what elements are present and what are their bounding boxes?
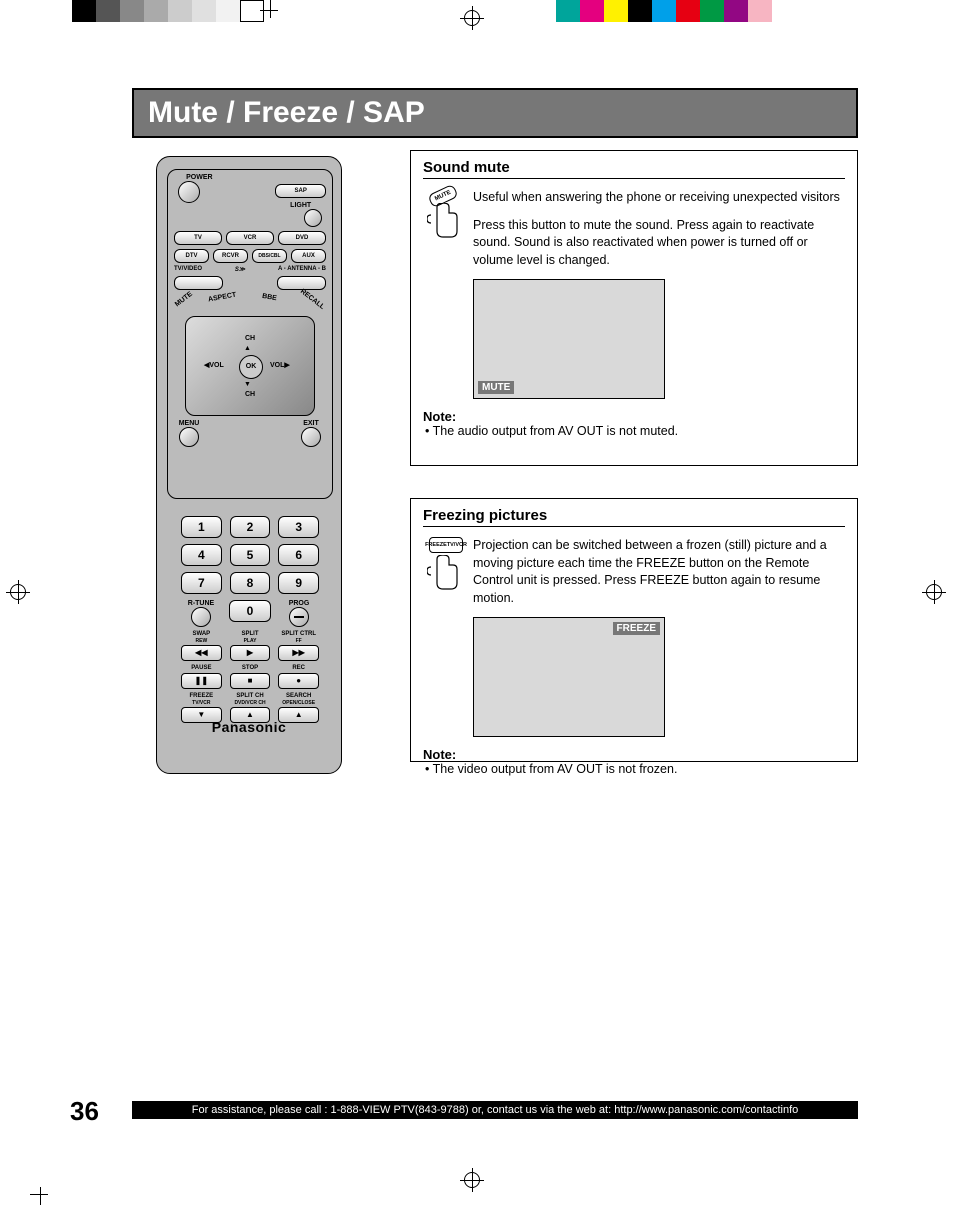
freeze-section: Freezing pictures FREEZETV/VCR Projectio… bbox=[410, 498, 858, 762]
ok-button: OK bbox=[239, 355, 263, 379]
footer-assistance: For assistance, please call : 1-888-VIEW… bbox=[132, 1101, 858, 1119]
num-1: 1 bbox=[181, 516, 222, 538]
dtv-button: DTV bbox=[174, 249, 209, 263]
num-4: 4 bbox=[181, 544, 222, 566]
freeze-para1: Projection can be switched between a fro… bbox=[473, 537, 845, 607]
menu-button bbox=[179, 427, 199, 447]
exit-button bbox=[301, 427, 321, 447]
mute-button-label: MUTE bbox=[174, 291, 194, 309]
rec-button: ● bbox=[278, 673, 319, 689]
sound-mute-section: Sound mute MUTE Useful when answering th… bbox=[410, 150, 858, 466]
crop-mark bbox=[30, 1175, 60, 1205]
rew-button: ◀◀ bbox=[181, 645, 222, 661]
light-label: LIGHT bbox=[275, 202, 326, 209]
sap-button: SAP bbox=[275, 184, 326, 198]
pause-button: ❚❚ bbox=[181, 673, 222, 689]
prog-label: PROG bbox=[279, 600, 319, 607]
registration-mark bbox=[6, 580, 36, 610]
registration-mark bbox=[460, 1168, 490, 1198]
printer-color-bars-right bbox=[556, 0, 796, 22]
dvd-button: DVD bbox=[278, 231, 326, 245]
recall-button-label: RECALL bbox=[299, 288, 326, 311]
tvvideo-label: TV/VIDEO bbox=[174, 266, 202, 273]
page-number: 36 bbox=[70, 1096, 99, 1127]
sound-mute-para2: Press this button to mute the sound. Pre… bbox=[473, 217, 845, 270]
registration-mark bbox=[922, 580, 952, 610]
freeze-note: • The video output from AV OUT is not fr… bbox=[425, 762, 845, 776]
sd-logo-icon: S≫ bbox=[202, 266, 278, 273]
exit-label: EXIT bbox=[296, 420, 326, 427]
mute-osd-illustration: MUTE bbox=[473, 279, 665, 399]
vcr-button: VCR bbox=[226, 231, 274, 245]
rtune-label: R-TUNE bbox=[181, 600, 221, 607]
up-arrow-icon: ▲ bbox=[244, 345, 251, 352]
num-3: 3 bbox=[278, 516, 319, 538]
num-7: 7 bbox=[181, 572, 222, 594]
freeze-press-icon: FREEZETV/VCR bbox=[423, 537, 463, 587]
power-label: POWER bbox=[174, 174, 225, 181]
num-2: 2 bbox=[230, 516, 271, 538]
freeze-osd-illustration: FREEZE bbox=[473, 617, 665, 737]
down-arrow-icon: ▼ bbox=[244, 381, 251, 388]
tvvideo-button bbox=[174, 276, 223, 290]
tv-button: TV bbox=[174, 231, 222, 245]
aspect-button-label: ASPECT bbox=[208, 292, 237, 304]
power-button bbox=[178, 181, 200, 203]
num-6: 6 bbox=[278, 544, 319, 566]
num-9: 9 bbox=[278, 572, 319, 594]
freeze-osd-tag: FREEZE bbox=[613, 622, 660, 635]
num-5: 5 bbox=[230, 544, 271, 566]
registration-mark bbox=[460, 6, 490, 36]
aux-button: AUX bbox=[291, 249, 326, 263]
sound-mute-note: • The audio output from AV OUT is not mu… bbox=[425, 424, 845, 438]
mute-press-icon: MUTE bbox=[423, 189, 463, 239]
prog-button bbox=[289, 607, 309, 627]
sound-mute-para1: Useful when answering the phone or recei… bbox=[473, 189, 845, 207]
crop-mark bbox=[260, 0, 290, 30]
stop-button: ■ bbox=[230, 673, 271, 689]
rcvr-button: RCVR bbox=[213, 249, 248, 263]
dbscbl-button: DBS/CBL bbox=[252, 249, 287, 263]
ff-button: ▶▶ bbox=[278, 645, 319, 661]
play-button: ▶ bbox=[230, 645, 271, 661]
dpad: CH ▲ ◀VOL OK VOL▶ ▼ CH bbox=[185, 316, 315, 416]
rtune-button bbox=[191, 607, 211, 627]
printer-color-bars-left bbox=[72, 0, 264, 22]
num-8: 8 bbox=[230, 572, 271, 594]
freeze-heading: Freezing pictures bbox=[423, 507, 845, 527]
bbe-button-label: BBE bbox=[262, 293, 278, 302]
mute-osd-tag: MUTE bbox=[478, 381, 514, 394]
sound-mute-heading: Sound mute bbox=[423, 159, 845, 179]
panasonic-logo: Panasonic bbox=[157, 719, 341, 735]
note-heading: Note: bbox=[423, 747, 845, 762]
note-heading: Note: bbox=[423, 409, 845, 424]
light-button bbox=[304, 209, 322, 227]
page-title-box: Mute / Freeze / SAP bbox=[132, 88, 858, 138]
remote-control-illustration: POWER SAP LIGHT TV VCR DVD DTV RCVR DBS/… bbox=[156, 156, 342, 774]
num-0: 0 bbox=[229, 600, 271, 622]
page-title: Mute / Freeze / SAP bbox=[134, 90, 856, 136]
antenna-label: A - ANTENNA - B bbox=[278, 266, 326, 273]
menu-label: MENU bbox=[174, 420, 204, 427]
